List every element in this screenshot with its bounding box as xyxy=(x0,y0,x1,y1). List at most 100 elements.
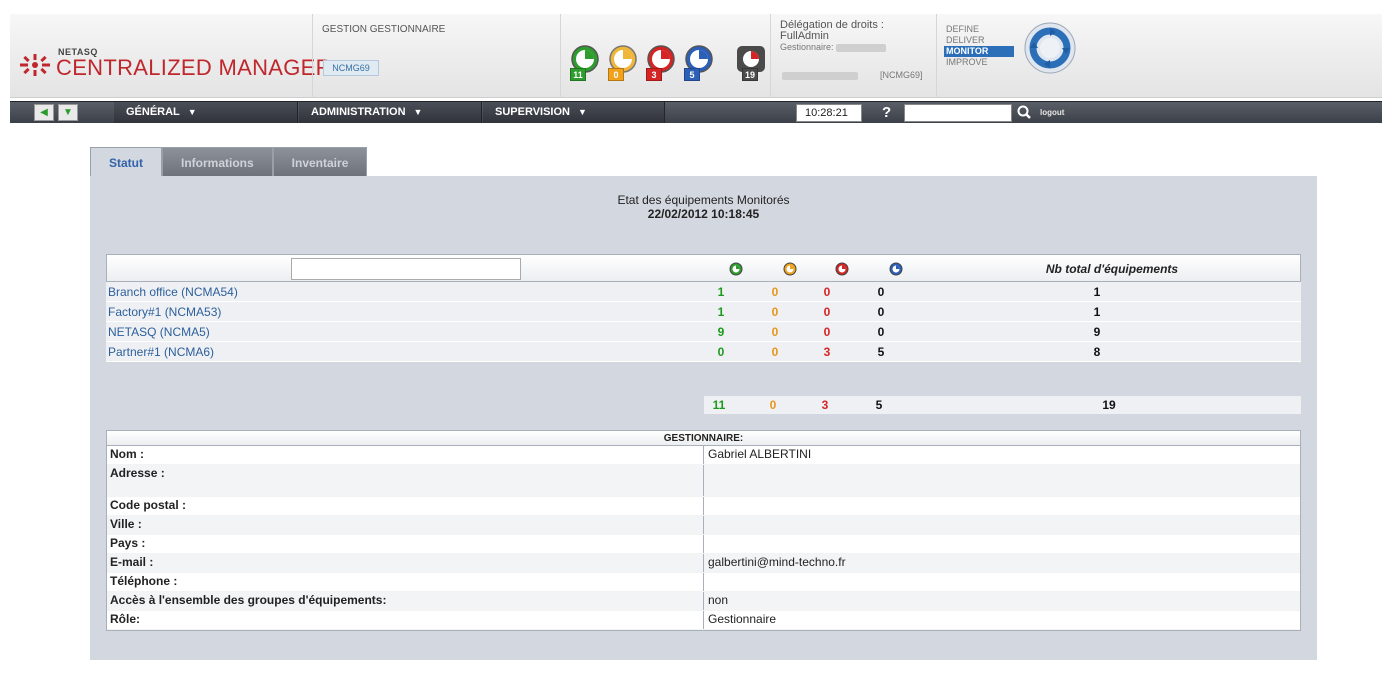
gestionnaire-code: [NCMG69] xyxy=(880,70,923,80)
collapse-arrow-icon[interactable]: ▼ xyxy=(58,104,78,121)
app-header: NETASQ CENTRALIZED MANAGER GESTION GESTI… xyxy=(10,14,1382,98)
count-orange: 0 xyxy=(771,325,779,339)
count-green: 9 xyxy=(717,325,725,339)
count-red: 0 xyxy=(823,325,831,339)
cycle-logo-icon xyxy=(1022,20,1078,79)
detail-label: Rôle: xyxy=(107,611,704,629)
status-blue-count: 5 xyxy=(684,68,700,81)
tab-bar: Statut Informations Inventaire xyxy=(90,147,368,177)
status-total-count: 19 xyxy=(742,68,759,81)
menu-general[interactable]: GÉNÉRAL ▼ xyxy=(114,102,298,123)
count-green: 0 xyxy=(717,345,725,359)
detail-label: Ville : xyxy=(107,516,704,534)
table-row: Factory#1 (NCMA53) 1 0 0 0 1 xyxy=(106,302,1301,322)
status-title: Etat des équipements Monitorés xyxy=(617,193,790,207)
delegation-block: Délégation de droits : FullAdmin Gestion… xyxy=(780,20,887,53)
status-orange-count: 0 xyxy=(608,68,624,81)
menu-administration[interactable]: ADMINISTRATION ▼ xyxy=(299,102,482,123)
status-summary-icons: 11 0 3 5 19 xyxy=(568,44,778,82)
count-orange: 0 xyxy=(771,345,779,359)
menu-supervision[interactable]: SUPERVISION ▼ xyxy=(483,102,665,123)
main-navbar: ◀ ▼ GÉNÉRAL ▼ ADMINISTRATION ▼ SUPERVISION… xyxy=(10,101,1382,123)
equipment-group-link[interactable]: Factory#1 (NCMA53) xyxy=(108,302,221,322)
total-column-header: Nb total d'équipements xyxy=(1045,262,1179,276)
cycle-menu: DEFINE DELIVER MONITOR IMPROVE xyxy=(944,24,1014,68)
count-total: 8 xyxy=(1093,345,1101,359)
status-green-icon[interactable] xyxy=(729,262,743,276)
equipment-group-link[interactable]: Partner#1 (NCMA6) xyxy=(108,342,214,362)
equipment-group-link[interactable]: Branch office (NCMA54) xyxy=(108,282,238,302)
help-icon[interactable]: ? xyxy=(882,102,891,123)
filter-input[interactable] xyxy=(291,258,521,280)
count-blue: 5 xyxy=(877,345,885,359)
detail-row: Ville : xyxy=(107,516,1300,535)
management-chip[interactable]: NCMG69 xyxy=(323,60,379,76)
detail-row: Rôle: Gestionnaire xyxy=(107,611,1300,630)
status-total-icon[interactable]: 19 xyxy=(734,44,768,81)
count-blue: 0 xyxy=(877,325,885,339)
tab-informations[interactable]: Informations xyxy=(162,147,273,177)
table-row: Branch office (NCMA54) 1 0 0 0 1 xyxy=(106,282,1301,302)
detail-label: Pays : xyxy=(107,535,704,553)
status-blue-icon[interactable] xyxy=(889,262,903,276)
count-green: 1 xyxy=(717,305,725,319)
detail-value xyxy=(704,465,1300,496)
total-green: 11 xyxy=(712,398,726,412)
logout-link[interactable]: logout xyxy=(1040,104,1064,121)
status-red-icon[interactable]: 3 xyxy=(644,44,678,81)
search-input[interactable] xyxy=(904,104,1012,122)
cycle-deliver[interactable]: DELIVER xyxy=(944,35,1014,46)
status-orange-icon[interactable] xyxy=(783,262,797,276)
detail-value xyxy=(704,497,1300,515)
management-title: GESTION GESTIONNAIRE xyxy=(322,24,446,35)
detail-row: E-mail : galbertini@mind-techno.fr xyxy=(107,554,1300,573)
delegation-value: FullAdmin xyxy=(780,30,829,42)
detail-value: Gabriel ALBERTINI xyxy=(708,447,812,461)
detail-label: Code postal : xyxy=(107,497,704,515)
gestionnaire-table: GESTIONNAIRE: Nom : Gabriel ALBERTINI Adre… xyxy=(106,430,1301,631)
status-red-icon[interactable] xyxy=(835,262,849,276)
netasq-logo-icon xyxy=(20,54,50,76)
header-divider xyxy=(936,14,937,98)
total-all: 19 xyxy=(1102,398,1116,412)
clock-display: 10:28:21 xyxy=(796,104,862,122)
gestionnaire-heading: GESTIONNAIRE: xyxy=(107,431,1300,446)
detail-label: Adresse : xyxy=(107,465,704,496)
count-total: 1 xyxy=(1093,305,1101,319)
equipment-group-link[interactable]: NETASQ (NCMA5) xyxy=(108,322,210,342)
status-date: 22/02/2012 10:18:45 xyxy=(647,207,760,221)
detail-label: Nom : xyxy=(107,446,704,464)
detail-row: Accès à l'ensemble des groupes d'équipem… xyxy=(107,592,1300,611)
search-icon[interactable] xyxy=(1015,103,1035,122)
count-orange: 0 xyxy=(771,285,779,299)
status-panel: Etat des équipements Monitorés 22/02/201… xyxy=(90,176,1317,660)
status-orange-icon[interactable]: 0 xyxy=(606,44,640,81)
status-green-count: 11 xyxy=(570,68,586,81)
count-green: 1 xyxy=(717,285,725,299)
detail-value xyxy=(704,573,1300,591)
back-arrow-icon[interactable]: ◀ xyxy=(34,104,54,121)
redacted-name xyxy=(782,72,858,80)
count-blue: 0 xyxy=(877,305,885,319)
count-orange: 0 xyxy=(771,305,779,319)
detail-value: non xyxy=(708,593,729,607)
count-total: 1 xyxy=(1093,285,1101,299)
tab-statut[interactable]: Statut xyxy=(90,147,162,177)
header-divider xyxy=(312,14,313,98)
status-green-icon[interactable]: 11 xyxy=(568,44,602,81)
cycle-improve[interactable]: IMPROVE xyxy=(944,57,1014,68)
gestionnaire-rows: Nom : Gabriel ALBERTINI Adresse : Code post… xyxy=(107,446,1300,630)
count-red: 0 xyxy=(823,305,831,319)
count-total: 9 xyxy=(1093,325,1101,339)
cycle-monitor[interactable]: MONITOR xyxy=(944,46,1014,57)
chevron-down-icon: ▼ xyxy=(187,107,197,117)
detail-value xyxy=(704,516,1300,534)
status-red-count: 3 xyxy=(646,68,662,81)
detail-row: Téléphone : xyxy=(107,573,1300,592)
detail-label: E-mail : xyxy=(107,554,704,572)
table-row: NETASQ (NCMA5) 9 0 0 0 9 xyxy=(106,322,1301,342)
detail-value: galbertini@mind-techno.fr xyxy=(708,555,846,569)
status-blue-icon[interactable]: 5 xyxy=(682,44,716,81)
cycle-define[interactable]: DEFINE xyxy=(944,24,1014,35)
tab-inventaire[interactable]: Inventaire xyxy=(272,147,368,177)
